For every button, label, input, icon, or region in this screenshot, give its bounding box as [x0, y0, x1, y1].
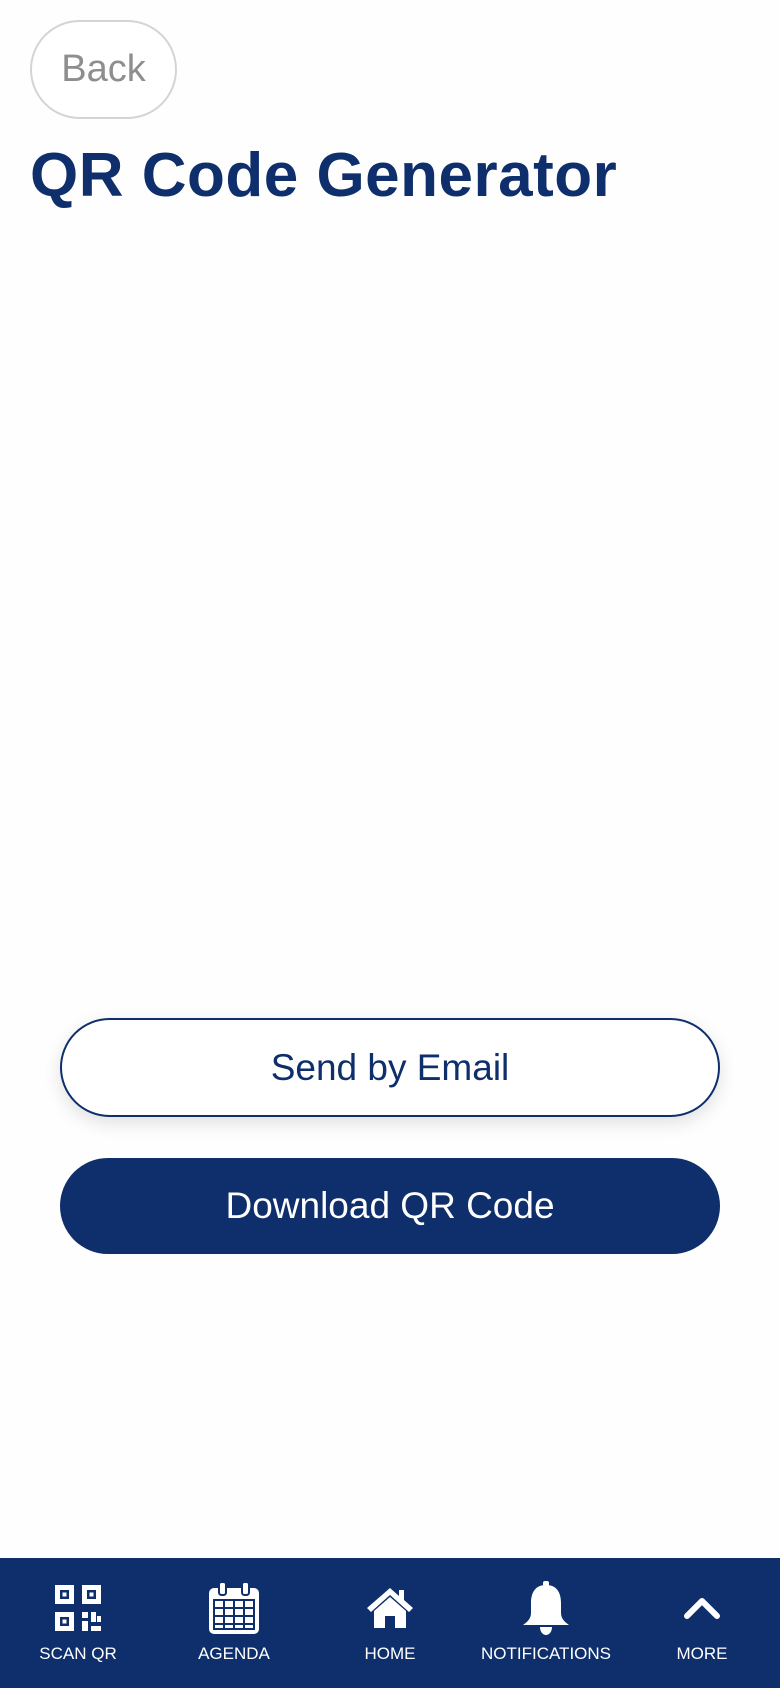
tab-agenda[interactable]: AGENDA	[156, 1558, 312, 1688]
bell-icon	[518, 1580, 574, 1636]
page-title: QR Code Generator	[30, 141, 618, 210]
tab-label: SCAN QR	[39, 1644, 117, 1663]
home-icon	[362, 1580, 418, 1636]
tab-more[interactable]: MORE	[624, 1558, 780, 1688]
download-qr-code-button[interactable]: Download QR Code	[60, 1158, 720, 1254]
tab-label: AGENDA	[198, 1644, 270, 1663]
tab-scan-qr[interactable]: SCAN QR	[0, 1558, 156, 1688]
tab-notifications[interactable]: NOTIFICATIONS	[468, 1558, 624, 1688]
back-button[interactable]: Back	[30, 20, 177, 119]
send-by-email-button[interactable]: Send by Email	[60, 1018, 720, 1117]
qr-code-icon	[50, 1580, 106, 1636]
tab-label: MORE	[676, 1644, 728, 1663]
calendar-icon	[206, 1580, 262, 1636]
tab-home[interactable]: HOME	[312, 1558, 468, 1688]
chevron-up-icon	[674, 1580, 730, 1636]
tab-label: NOTIFICATIONS	[480, 1644, 611, 1663]
tab-label: HOME	[364, 1644, 416, 1663]
bottom-tab-bar: SCAN QR AGENDA HOME NOTIFICATIONS MORE	[0, 1558, 780, 1688]
